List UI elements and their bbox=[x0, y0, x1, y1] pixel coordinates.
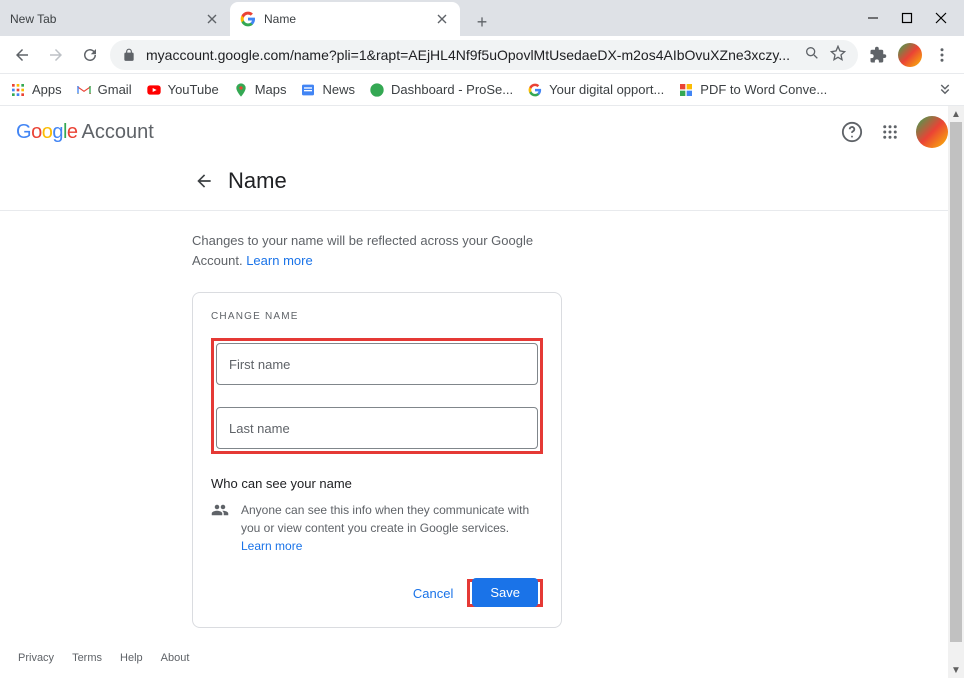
save-button[interactable]: Save bbox=[472, 578, 538, 607]
bookmark-apps[interactable]: Apps bbox=[10, 82, 62, 98]
vertical-scrollbar[interactable]: ▲ ▼ bbox=[948, 106, 964, 678]
bookmark-label: Dashboard - ProSe... bbox=[391, 82, 513, 97]
card-section-label: CHANGE NAME bbox=[211, 311, 543, 322]
who-text: Anyone can see this info when they commu… bbox=[241, 503, 529, 535]
lock-icon bbox=[122, 48, 136, 62]
footer-help[interactable]: Help bbox=[120, 652, 143, 664]
cancel-button[interactable]: Cancel bbox=[413, 586, 453, 601]
maximize-icon[interactable] bbox=[900, 11, 914, 25]
save-highlight: Save bbox=[467, 579, 543, 607]
nav-forward-icon[interactable] bbox=[42, 41, 70, 69]
star-icon[interactable] bbox=[830, 45, 846, 64]
bookmark-label: YouTube bbox=[168, 82, 219, 97]
dashboard-icon bbox=[369, 82, 385, 98]
bookmark-label: News bbox=[322, 82, 355, 97]
bookmark-label: Maps bbox=[255, 82, 287, 97]
close-icon[interactable] bbox=[434, 11, 450, 27]
bookmark-gmail[interactable]: Gmail bbox=[76, 82, 132, 98]
scroll-down-icon[interactable]: ▼ bbox=[948, 662, 964, 678]
first-name-field[interactable]: First name bbox=[216, 343, 538, 385]
name-fields-highlight: First name Last name bbox=[211, 338, 543, 454]
news-icon bbox=[300, 82, 316, 98]
scroll-up-icon[interactable]: ▲ bbox=[948, 106, 964, 122]
bookmark-maps[interactable]: Maps bbox=[233, 82, 287, 98]
bookmarks-bar: Apps Gmail YouTube Maps News Dashboard -… bbox=[0, 74, 964, 106]
tab-title: New Tab bbox=[10, 12, 204, 26]
chrome-menu-icon[interactable] bbox=[928, 41, 956, 69]
bookmark-digital-opport[interactable]: Your digital opport... bbox=[527, 82, 664, 98]
browser-tab-new-tab[interactable]: New Tab bbox=[0, 2, 230, 36]
minimize-icon[interactable] bbox=[866, 11, 880, 25]
new-tab-button[interactable]: + bbox=[468, 8, 496, 36]
browser-tab-name[interactable]: Name bbox=[230, 2, 460, 36]
page-title: Name bbox=[228, 168, 287, 194]
address-bar[interactable]: myaccount.google.com/name?pli=1&rapt=AEj… bbox=[110, 40, 858, 70]
bookmark-youtube[interactable]: YouTube bbox=[146, 82, 219, 98]
close-icon[interactable] bbox=[204, 11, 220, 27]
last-name-field[interactable]: Last name bbox=[216, 407, 538, 449]
people-icon bbox=[211, 501, 229, 555]
help-icon[interactable] bbox=[840, 120, 864, 144]
profile-avatar-icon[interactable] bbox=[898, 43, 922, 67]
google-logo[interactable]: Google bbox=[16, 121, 78, 144]
account-avatar-icon[interactable] bbox=[916, 116, 948, 148]
who-learn-more-link[interactable]: Learn more bbox=[241, 539, 302, 553]
page-description: Changes to your name will be reflected a… bbox=[192, 231, 560, 270]
description-text: Changes to your name will be reflected a… bbox=[192, 233, 533, 268]
zoom-icon[interactable] bbox=[804, 45, 820, 64]
pdf-icon bbox=[678, 82, 694, 98]
maps-icon bbox=[233, 82, 249, 98]
google-icon bbox=[527, 82, 543, 98]
tab-title: Name bbox=[264, 12, 434, 26]
youtube-icon bbox=[146, 82, 162, 98]
bookmark-label: Apps bbox=[32, 82, 62, 97]
tab-strip: New Tab Name + bbox=[0, 0, 964, 36]
window-close-icon[interactable] bbox=[934, 11, 948, 25]
change-name-card: CHANGE NAME First name Last name Who can… bbox=[192, 292, 562, 628]
bookmark-label: Your digital opport... bbox=[549, 82, 664, 97]
reload-icon[interactable] bbox=[76, 41, 104, 69]
scroll-thumb[interactable] bbox=[950, 122, 962, 642]
app-bar: Google Account bbox=[0, 106, 964, 158]
browser-toolbar: myaccount.google.com/name?pli=1&rapt=AEj… bbox=[0, 36, 964, 74]
bookmark-pdf-word[interactable]: PDF to Word Conve... bbox=[678, 82, 827, 98]
bookmark-label: Gmail bbox=[98, 82, 132, 97]
bookmark-news[interactable]: News bbox=[300, 82, 355, 98]
page-header: Name bbox=[0, 158, 964, 211]
who-heading: Who can see your name bbox=[211, 476, 543, 491]
apps-icon bbox=[10, 82, 26, 98]
first-name-label: First name bbox=[229, 357, 290, 372]
footer-terms[interactable]: Terms bbox=[72, 652, 102, 664]
gmail-icon bbox=[76, 82, 92, 98]
bookmark-dashboard[interactable]: Dashboard - ProSe... bbox=[369, 82, 513, 98]
apps-grid-icon[interactable] bbox=[878, 120, 902, 144]
bookmarks-overflow-icon[interactable] bbox=[936, 79, 954, 100]
page-footer: Privacy Terms Help About bbox=[0, 638, 207, 678]
who-row: Anyone can see this info when they commu… bbox=[211, 501, 543, 555]
last-name-label: Last name bbox=[229, 421, 290, 436]
footer-privacy[interactable]: Privacy bbox=[18, 652, 54, 664]
page-back-icon[interactable] bbox=[192, 169, 216, 193]
footer-about[interactable]: About bbox=[161, 652, 190, 664]
learn-more-link[interactable]: Learn more bbox=[246, 253, 312, 268]
account-label: Account bbox=[82, 121, 154, 144]
nav-back-icon[interactable] bbox=[8, 41, 36, 69]
google-favicon-icon bbox=[240, 11, 256, 27]
bookmark-label: PDF to Word Conve... bbox=[700, 82, 827, 97]
extensions-icon[interactable] bbox=[864, 41, 892, 69]
url-text: myaccount.google.com/name?pli=1&rapt=AEj… bbox=[146, 47, 794, 63]
